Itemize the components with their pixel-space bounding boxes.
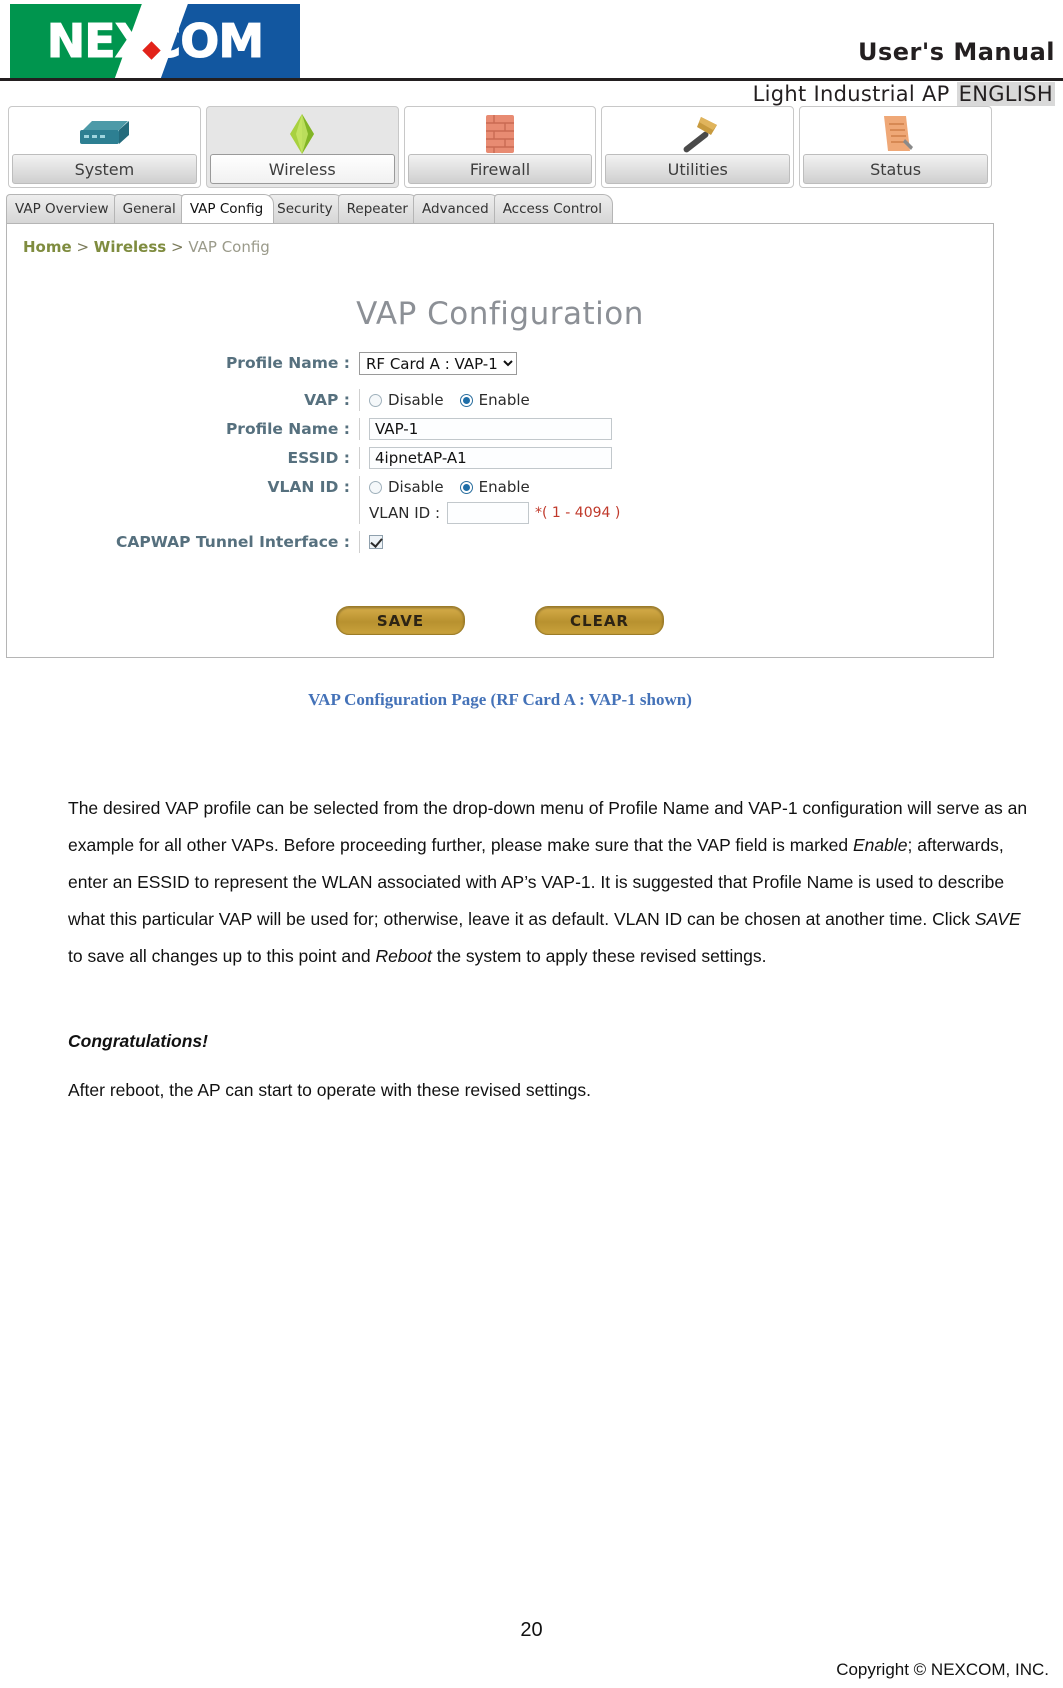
hammer-icon [673, 107, 723, 158]
essid-input[interactable] [369, 447, 612, 469]
paragraph-1-part-c: to save all changes up to this point and [68, 946, 376, 966]
vlan-enable-option[interactable]: Enable [459, 476, 530, 498]
profile-name-input[interactable] [369, 418, 612, 440]
paragraph-1-part-d: the system to apply these revised settin… [431, 946, 767, 966]
essid-cell [359, 447, 993, 469]
breadcrumb-sep-1: > [71, 238, 94, 256]
nav-button-utilities[interactable]: Utilities [601, 106, 795, 188]
vlan-enable-label: Enable [478, 478, 530, 496]
clear-button[interactable]: CLEAR [535, 606, 664, 635]
nav-label-status: Status [803, 154, 988, 184]
label-profile-select: Profile Name : [225, 354, 350, 372]
header-language-badge: ENGLISH [956, 82, 1055, 106]
main-navigation: System Wireless Firewall Utilities Statu… [0, 106, 1000, 188]
paragraph-2: After reboot, the AP can start to operat… [68, 1080, 592, 1100]
breadcrumb-wireless[interactable]: Wireless [94, 238, 166, 256]
vlan-disable-label: Disable [388, 478, 444, 496]
vlan-disable-option[interactable]: Disable [369, 476, 444, 498]
profile-name-dropdown[interactable]: RF Card A : VAP-1 [359, 352, 517, 375]
form-row-essid: ESSID : [7, 447, 993, 469]
tab-access-control[interactable]: Access Control [493, 194, 613, 223]
tab-vap-config[interactable]: VAP Config [180, 194, 275, 223]
nav-button-system[interactable]: System [8, 106, 201, 188]
vlan-cell: Disable Enable VLAN ID : *( 1 - 4094 ) [359, 476, 993, 524]
label-profile-name: Profile Name : [225, 420, 350, 438]
vlan-disable-radio[interactable] [369, 480, 382, 494]
logo-wordmark: NEXCOM [46, 14, 264, 69]
nexcom-logo: NEXCOM [10, 4, 300, 78]
header-subtitle-product: Light Industrial AP [752, 82, 957, 106]
vap-enable-radio[interactable] [459, 393, 473, 407]
nav-label-utilities: Utilities [605, 154, 791, 184]
embedded-ui-screenshot: System Wireless Firewall Utilities Statu… [0, 106, 1000, 658]
form-row-profile-select: Profile Name : RF Card A : VAP-1 [7, 352, 993, 375]
vap-enable-label: Enable [478, 391, 530, 409]
form-row-profile-name: Profile Name : [7, 418, 993, 440]
paragraph-1-emphasis-enable: Enable [853, 835, 908, 855]
form-row-vlan: VLAN ID : Disable Enable VLAN ID : *(1 … [7, 476, 993, 524]
tab-security[interactable]: Security [268, 194, 344, 223]
paragraph-1-emphasis-save: SAVE [974, 909, 1021, 929]
nav-label-system: System [12, 154, 197, 184]
page-number: 20 [520, 1619, 543, 1641]
profile-select-cell: RF Card A : VAP-1 [359, 352, 993, 375]
capwap-cell [359, 531, 993, 553]
router-icon [76, 107, 132, 158]
header-subtitle: Light Industrial AP ENGLISH [753, 82, 1055, 106]
vlan-id-range-hint: *( 1 - 4094 ) [535, 505, 621, 521]
breadcrumb-sep-2: > [166, 238, 189, 256]
label-vlan-id-sub: VLAN ID : [369, 504, 441, 522]
congratulations-heading: Congratulations! [68, 1031, 208, 1051]
nav-label-wireless: Wireless [209, 154, 395, 184]
page-header: NEXCOM User's Manual Light Industrial AP… [0, 0, 1063, 108]
vap-disable-radio[interactable] [369, 393, 382, 407]
tab-advanced[interactable]: Advanced [413, 194, 500, 223]
vlan-id-input[interactable] [447, 502, 530, 524]
capwap-tunnel-checkbox[interactable] [369, 535, 383, 549]
copyright-notice: Copyright © NEXCOM, INC. [836, 1660, 1049, 1679]
vlan-id-group: VLAN ID : *( 1 - 4094 ) [369, 502, 620, 524]
body-content: The desired VAP profile can be selected … [68, 790, 1035, 1109]
header-divider [0, 78, 1063, 81]
vap-config-form: Profile Name : RF Card A : VAP-1 VAP : D… [7, 352, 993, 560]
header-right: User's Manual [415, 38, 1055, 66]
manual-title: User's Manual [857, 38, 1055, 66]
breadcrumb-home[interactable]: Home [23, 238, 72, 256]
config-panel: Home > Wireless > VAP Config VAP Configu… [6, 223, 994, 658]
form-row-vap: VAP : Disable Enable [7, 389, 993, 411]
label-capwap: CAPWAP Tunnel Interface : [116, 533, 350, 551]
vap-disable-label: Disable [388, 391, 444, 409]
tab-general[interactable]: General [113, 194, 187, 223]
form-row-capwap: CAPWAP Tunnel Interface : [7, 531, 993, 553]
label-vap: VAP : [304, 391, 350, 409]
vap-radio-cell: Disable Enable [359, 389, 993, 411]
form-actions: SAVE CLEAR [7, 606, 993, 635]
page-title: VAP Configuration [356, 296, 644, 332]
tab-vap-overview[interactable]: VAP Overview [6, 194, 120, 223]
paragraph-1: The desired VAP profile can be selected … [68, 790, 1035, 975]
label-vlan: VLAN ID : [267, 478, 350, 496]
vap-enable-option[interactable]: Enable [459, 389, 530, 411]
vlan-enable-radio[interactable] [459, 480, 473, 494]
breadcrumb-current: VAP Config [188, 238, 270, 256]
vap-disable-option[interactable]: Disable [369, 389, 444, 411]
paragraph-1-emphasis-reboot: Reboot [375, 946, 432, 966]
nav-button-wireless[interactable]: Wireless [205, 106, 399, 188]
breadcrumb: Home > Wireless > VAP Config [23, 238, 270, 256]
figure-caption: VAP Configuration Page (RF Card A : VAP-… [308, 690, 692, 709]
antenna-icon [279, 107, 325, 158]
tab-repeater[interactable]: Repeater [337, 194, 419, 223]
label-essid: ESSID : [287, 449, 350, 467]
vlan-radio-group: Disable Enable [369, 476, 546, 498]
nav-label-firewall: Firewall [407, 154, 593, 184]
sub-tab-bar: VAP Overview General VAP Config Security… [0, 194, 1000, 223]
nav-button-firewall[interactable]: Firewall [403, 106, 597, 188]
profile-name-cell [359, 418, 993, 440]
document-icon [875, 107, 917, 158]
save-button[interactable]: SAVE [336, 606, 465, 635]
nav-button-status[interactable]: Status [799, 106, 992, 188]
brick-wall-icon [480, 107, 520, 158]
